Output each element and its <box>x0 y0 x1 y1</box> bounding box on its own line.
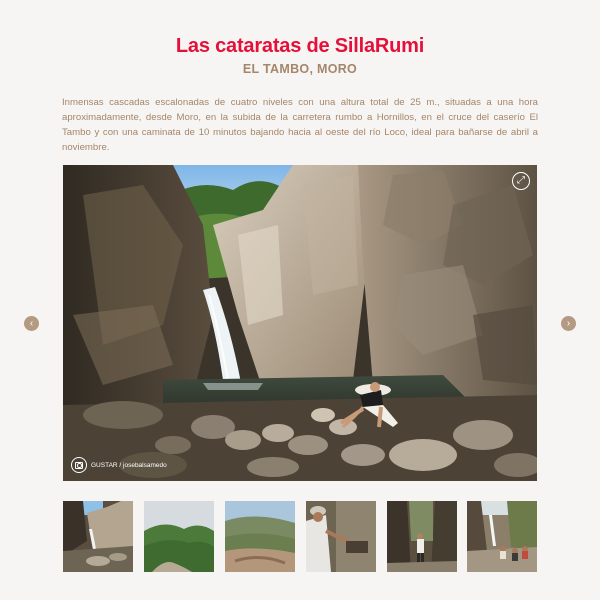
thumbnail-2[interactable] <box>144 501 214 572</box>
next-button[interactable]: › <box>561 316 576 331</box>
camera-icon <box>71 457 87 473</box>
waterfall-photo <box>63 165 537 481</box>
thumbnail-5[interactable] <box>387 501 457 572</box>
thumbnail-strip <box>63 501 537 572</box>
prev-button[interactable]: ‹ <box>24 316 39 331</box>
thumbnail-3[interactable] <box>225 501 295 572</box>
thumbnail-1[interactable] <box>63 501 133 572</box>
expand-button[interactable]: ⤢ <box>512 172 530 190</box>
page-subtitle: EL TAMBO, MORO <box>242 62 358 76</box>
chevron-right-icon: › <box>566 317 571 329</box>
page-title: Las cataratas de SillaRumi <box>175 35 425 57</box>
photo-credit: GUSTAR / josebalsamedo <box>71 457 167 473</box>
thumbnail-6[interactable] <box>467 501 537 572</box>
thumbnail-4[interactable] <box>306 501 376 572</box>
main-photo[interactable]: ⤢ GUSTAR / josebalsamedo <box>63 165 537 481</box>
chevron-left-icon: ‹ <box>29 317 34 329</box>
expand-icon: ⤢ <box>517 175 525 186</box>
description-text: Inmensas cascadas escalonadas de cuatro … <box>62 97 538 153</box>
photo-credit-text: GUSTAR / josebalsamedo <box>91 461 167 469</box>
